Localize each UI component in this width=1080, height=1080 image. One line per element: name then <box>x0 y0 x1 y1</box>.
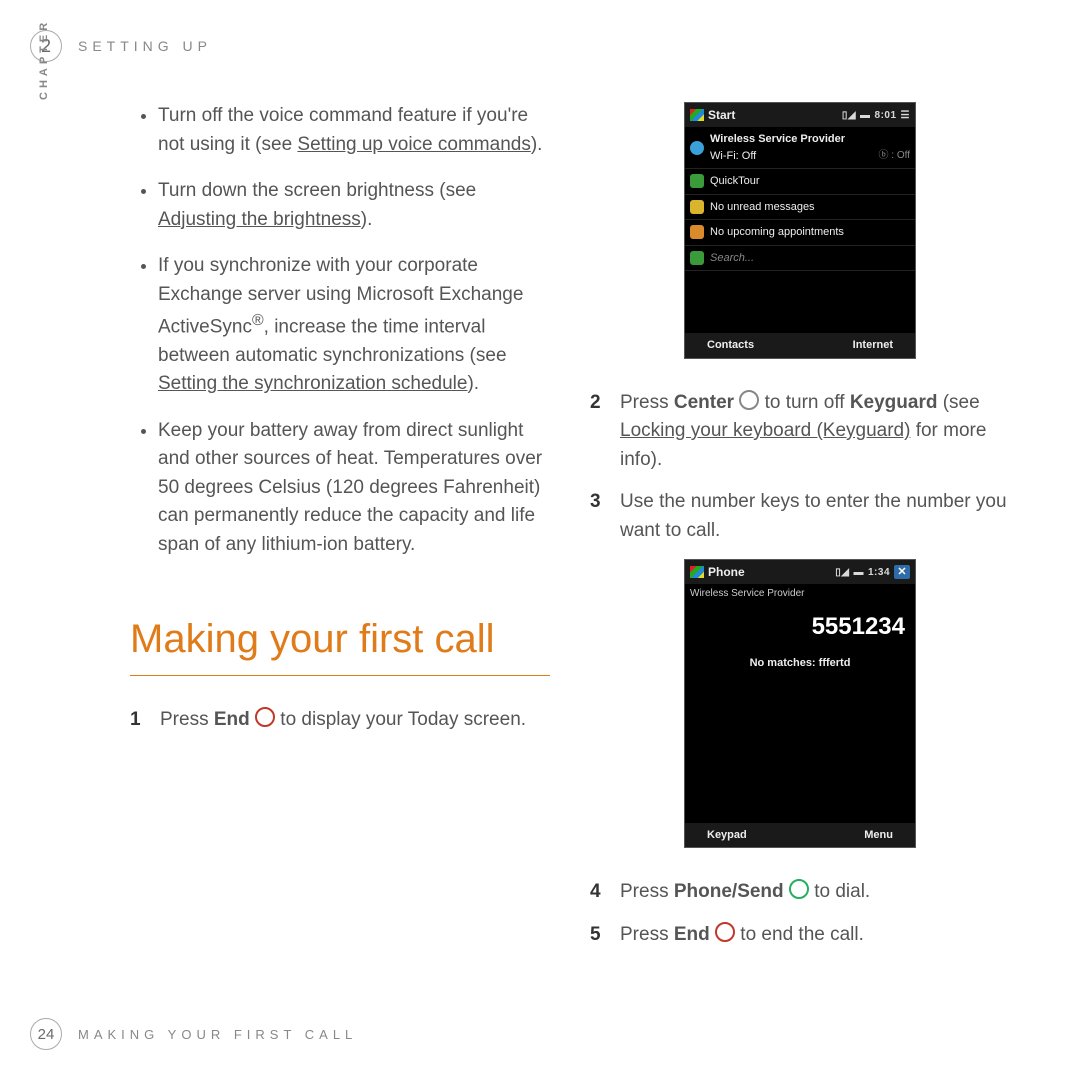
quicktour-icon <box>690 174 704 188</box>
page-number: 24 <box>30 1018 62 1050</box>
content-columns: Turn off the voice command feature if yo… <box>130 102 1010 963</box>
footer-title: MAKING YOUR FIRST CALL <box>78 1027 357 1042</box>
battery-icon: ▬ <box>860 108 871 123</box>
search-row: Search... <box>685 246 915 272</box>
right-column: Start ▯◢ ▬ 8:01 ☰ Wireless Service Provi… <box>590 102 1010 963</box>
messages-row: No unread messages <box>685 195 915 221</box>
today-softkeys: Contacts Internet <box>685 333 915 358</box>
step-number: 2 <box>590 389 610 475</box>
messages-icon <box>690 200 704 214</box>
bluetooth-icon: ⓑ <box>879 150 889 161</box>
battery-tips-list: Turn off the voice command feature if yo… <box>130 102 550 559</box>
step-1: 1 Press End to display your Today screen… <box>130 706 550 735</box>
page-header: 2 SETTING UP <box>30 30 1010 62</box>
link-keyguard[interactable]: Locking your keyboard (Keyguard) <box>620 420 910 441</box>
search-icon <box>690 251 704 265</box>
label-end: End <box>674 924 710 945</box>
link-brightness[interactable]: Adjusting the brightness <box>158 209 361 230</box>
label-phone-send: Phone/Send <box>674 881 784 902</box>
softkey-internet: Internet <box>853 337 893 354</box>
softkey-keypad: Keypad <box>707 827 747 844</box>
tip-heat: Keep your battery away from direct sunli… <box>158 417 550 560</box>
tip-sync: If you synchronize with your corporate E… <box>158 252 550 399</box>
step-number: 5 <box>590 921 610 950</box>
quicktour-row: QuickTour <box>685 169 915 195</box>
menu-icon: ☰ <box>901 108 910 123</box>
softkey-contacts: Contacts <box>707 337 754 354</box>
signal-icon: ▯◢ <box>842 108 856 123</box>
label-end: End <box>214 709 250 730</box>
phone-number: 5551234 <box>685 603 915 651</box>
today-provider-row: Wireless Service Provider Wi-Fi: Off ⓑ :… <box>685 127 915 169</box>
step-number: 1 <box>130 706 150 735</box>
step-5: 5 Press End to end the call. <box>590 921 1010 950</box>
tip-brightness: Turn down the screen brightness (see Adj… <box>158 177 550 234</box>
today-time: 8:01 <box>875 108 897 123</box>
center-button-icon <box>739 390 759 410</box>
step-4: 4 Press Phone/Send to dial. <box>590 878 1010 907</box>
windows-flag-icon <box>690 566 704 578</box>
left-column: Turn off the voice command feature if yo… <box>130 102 550 963</box>
step-2: 2 Press Center to turn off Keyguard (see… <box>590 389 1010 475</box>
phone-title: Phone <box>708 563 745 581</box>
label-center: Center <box>674 392 734 413</box>
windows-flag-icon <box>690 109 704 121</box>
phone-time: 1:34 <box>868 565 890 580</box>
link-voice-commands[interactable]: Setting up voice commands <box>297 134 530 155</box>
phone-send-button-icon <box>789 879 809 899</box>
tip-voice-command: Turn off the voice command feature if yo… <box>158 102 550 159</box>
header-section: SETTING UP <box>78 38 212 54</box>
phone-provider: Wireless Service Provider <box>685 584 915 603</box>
end-button-icon <box>255 707 275 727</box>
today-topbar: Start ▯◢ ▬ 8:01 ☰ <box>685 103 915 127</box>
calendar-icon <box>690 225 704 239</box>
softkey-menu: Menu <box>864 827 893 844</box>
link-sync-schedule[interactable]: Setting the synchronization schedule <box>158 373 467 394</box>
section-title: Making your first call <box>130 609 550 676</box>
wifi-status: Wi-Fi: Off <box>710 148 756 165</box>
step-number: 3 <box>590 488 610 545</box>
today-provider: Wireless Service Provider <box>710 131 910 148</box>
provider-icon <box>690 141 704 155</box>
appointments-row: No upcoming appointments <box>685 220 915 246</box>
today-title: Start <box>708 106 735 124</box>
page-footer: 24 MAKING YOUR FIRST CALL <box>30 1018 357 1050</box>
page: 2 SETTING UP CHAPTER Turn off the voice … <box>0 0 1080 1080</box>
end-button-icon <box>715 922 735 942</box>
no-matches: No matches: fffertd <box>685 651 915 676</box>
close-icon: ✕ <box>894 565 910 579</box>
step-3: 3 Use the number keys to enter the numbe… <box>590 488 1010 545</box>
phone-softkeys: Keypad Menu <box>685 823 915 848</box>
signal-icon: ▯◢ <box>835 565 849 580</box>
today-screen: Start ▯◢ ▬ 8:01 ☰ Wireless Service Provi… <box>684 102 916 359</box>
phone-topbar: Phone ▯◢ ▬ 1:34 ✕ <box>685 560 915 584</box>
bt-status: : Off <box>891 150 910 161</box>
step-number: 4 <box>590 878 610 907</box>
label-keyguard: Keyguard <box>850 392 938 413</box>
chapter-sidebar-label: CHAPTER <box>38 19 50 100</box>
search-placeholder: Search... <box>710 250 754 267</box>
phone-screen: Phone ▯◢ ▬ 1:34 ✕ Wireless Service Provi… <box>684 559 916 848</box>
battery-icon: ▬ <box>853 565 864 580</box>
